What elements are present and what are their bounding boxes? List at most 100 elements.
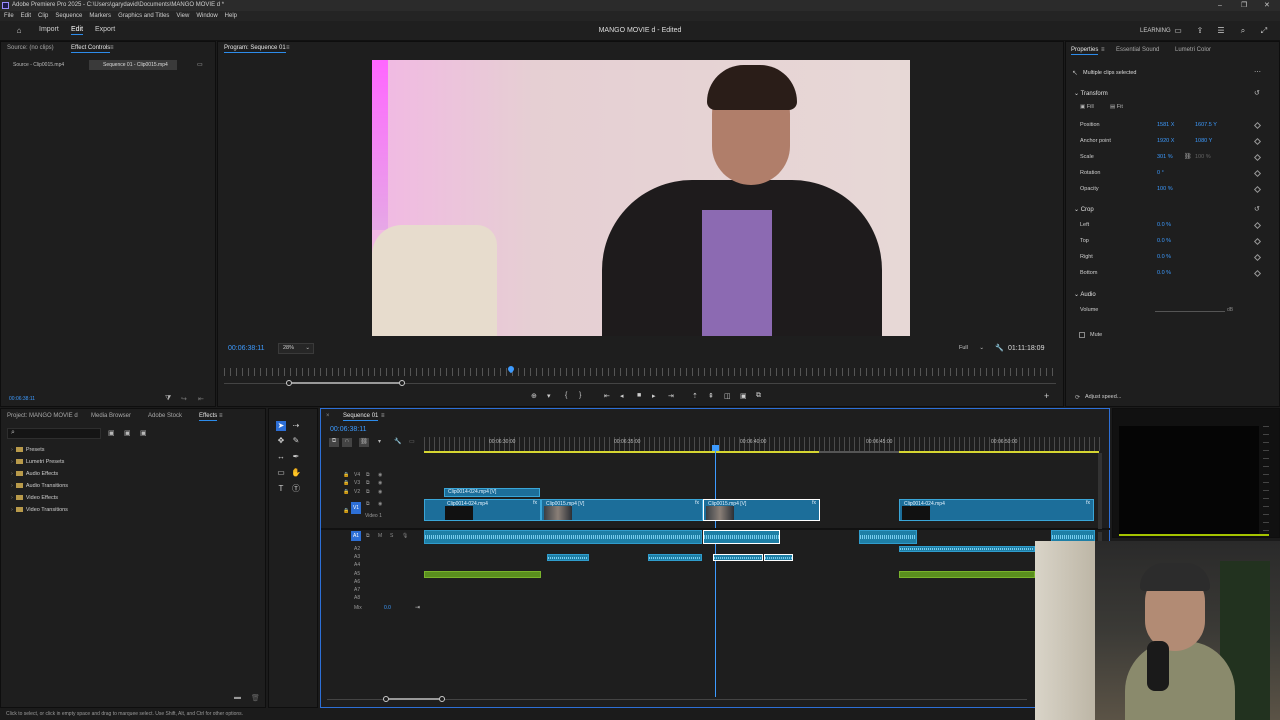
clip-v1-b[interactable]: Clip0015.mp4 [V] fx — [541, 499, 703, 521]
proxy-icon[interactable]: ⧉ — [756, 392, 761, 400]
export-frame-icon[interactable]: ◫ — [724, 392, 731, 400]
track-a1-label[interactable]: A1 — [351, 531, 361, 541]
expand-icon[interactable]: ▭ — [197, 61, 203, 68]
track-a8-label[interactable]: A8 — [354, 595, 360, 601]
anchor-x-value[interactable]: 1920 X — [1157, 138, 1174, 144]
clip-v2[interactable]: Clip0014-024.mp4 [V] — [444, 488, 540, 497]
sequence-clip-tab[interactable]: Sequence 01 - Clip0015.mp4 — [89, 60, 177, 70]
tree-item-lumetri-presets[interactable]: › Lumetri Presets — [11, 459, 64, 465]
tree-item-video-transitions[interactable]: › Video Transitions — [11, 507, 68, 513]
audio-clip-a3-a[interactable] — [547, 554, 589, 561]
tree-item-presets[interactable]: › Presets — [11, 447, 45, 453]
extract-icon[interactable]: ⇞ — [708, 392, 714, 400]
clip-v1-c-selected[interactable]: Clip0015.mp4 [V] fx — [703, 499, 820, 521]
hand-tool-icon[interactable]: ✋ — [291, 468, 301, 478]
mark-out-icon[interactable]: } — [579, 392, 581, 399]
minimize-button[interactable]: – — [1218, 0, 1222, 11]
zoom-select[interactable]: 28% ⌄ — [278, 343, 314, 354]
comparison-view-icon[interactable]: ▣ — [740, 392, 747, 400]
stop-icon[interactable]: ■ — [637, 392, 641, 399]
snap-icon[interactable]: ∩ — [342, 438, 352, 447]
sync-lock-icon[interactable]: ⧉ — [366, 501, 370, 507]
audio-clip-a5-a[interactable] — [424, 571, 541, 578]
audio-clip-a3-d[interactable] — [764, 554, 793, 561]
lock-icon[interactable]: 🔒 — [343, 480, 349, 486]
accelerated-effects-icon[interactable]: ▣ — [108, 429, 115, 437]
tab-effects[interactable]: Effects — [199, 413, 218, 421]
track-v1-label[interactable]: V1 — [351, 502, 361, 514]
audio-section[interactable]: ⌄ Audio — [1074, 291, 1096, 298]
mix-value[interactable]: 0.0 — [384, 605, 391, 611]
sync-lock-icon[interactable]: ⧉ — [366, 533, 370, 539]
maximize-button[interactable]: ❐ — [1241, 0, 1247, 11]
selection-tool-icon[interactable]: ➤ — [276, 421, 286, 431]
track-a3-label[interactable]: A3 — [354, 554, 360, 560]
add-marker-icon[interactable]: ⊕ — [531, 392, 537, 400]
add-button-icon[interactable]: + — [1044, 391, 1049, 401]
razor-tool-icon[interactable]: ✎ — [291, 436, 301, 446]
tab-properties[interactable]: Properties — [1071, 47, 1099, 55]
delete-icon[interactable]: 🗑 — [251, 694, 260, 702]
tab-sequence-01[interactable]: Sequence 01 — [343, 413, 379, 421]
close-icon[interactable]: × — [326, 413, 330, 419]
menu-markers[interactable]: Markers — [89, 11, 111, 21]
audio-clip-a2[interactable] — [899, 546, 1035, 552]
track-a4-label[interactable]: A4 — [354, 562, 360, 568]
crop-section[interactable]: ⌄ Crop — [1074, 206, 1094, 213]
solo-s-icon[interactable]: S — [390, 533, 393, 539]
menu-help[interactable]: Help — [225, 11, 237, 21]
panel-menu-icon[interactable]: ≡ — [381, 413, 385, 419]
export-icon[interactable]: ↪ — [181, 395, 187, 403]
timeline-settings-icon[interactable]: 🔧 — [394, 438, 401, 445]
effects-search-input[interactable]: ⌕ — [7, 428, 101, 439]
reset-icon[interactable]: ↺ — [1254, 205, 1260, 213]
volume-slider[interactable] — [1155, 311, 1225, 312]
ripple-edit-tool-icon[interactable]: ✥ — [276, 436, 286, 446]
tab-project[interactable]: Project: MANGO MOVIE d — [7, 413, 78, 419]
adjust-speed-button[interactable]: Adjust speed... — [1085, 394, 1121, 400]
reset-icon[interactable]: ↺ — [1254, 89, 1260, 97]
learning-button[interactable]: LEARNING — [1140, 28, 1171, 34]
panel-menu-icon[interactable]: ≡ — [1101, 47, 1105, 53]
position-y-value[interactable]: 1607.5 Y — [1195, 122, 1217, 128]
track-v4-label[interactable]: V4 — [354, 472, 360, 478]
step-back-icon[interactable]: ◂ — [620, 392, 624, 400]
tree-item-audio-effects[interactable]: › Audio Effects — [11, 471, 58, 477]
track-v2-label[interactable]: V2 — [354, 489, 360, 495]
marker-icon[interactable]: ▾ — [547, 392, 551, 400]
eye-icon[interactable]: ◉ — [378, 472, 382, 478]
mute-checkbox[interactable] — [1079, 332, 1085, 338]
tree-item-video-effects[interactable]: › Video Effects — [11, 495, 58, 501]
wrench-icon[interactable]: 🔧 — [995, 344, 1004, 352]
program-video-frame[interactable] — [372, 60, 910, 336]
crop-left-value[interactable]: 0.0 % — [1157, 222, 1171, 228]
tab-lumetri-color[interactable]: Lumetri Color — [1175, 47, 1211, 53]
filter-icon[interactable]: ⧩ — [165, 395, 171, 403]
mute-m-icon[interactable]: M — [378, 533, 382, 539]
menu-graphics-titles[interactable]: Graphics and Titles — [118, 11, 169, 21]
slip-tool-icon[interactable]: ↔ — [276, 452, 286, 462]
search-icon[interactable]: ⌕ — [1238, 26, 1248, 36]
32bit-effects-icon[interactable]: ▣ — [124, 429, 131, 437]
captions-icon[interactable]: ▭ — [409, 438, 415, 445]
pen-tool-icon[interactable]: ✒ — [291, 452, 301, 462]
scale-value[interactable]: 301 % — [1157, 154, 1173, 160]
lock-icon[interactable]: 🔒 — [343, 508, 349, 514]
fullscreen-icon[interactable]: ⤢ — [1259, 26, 1269, 36]
yuv-effects-icon[interactable]: ▣ — [140, 429, 147, 437]
audio-clip-a1-a[interactable] — [424, 530, 702, 544]
mark-in-icon[interactable]: { — [565, 392, 567, 399]
program-ruler[interactable] — [224, 368, 1056, 376]
track-a6-label[interactable]: A6 — [354, 579, 360, 585]
share-icon[interactable]: ⇪ — [1195, 26, 1205, 36]
sync-lock-icon[interactable]: ⧉ — [366, 489, 370, 495]
audio-clip-a3-c[interactable] — [713, 554, 763, 561]
menu-edit[interactable]: Edit — [21, 11, 31, 21]
tab-source[interactable]: Source: (no clips) — [7, 45, 54, 51]
panel-menu-icon[interactable]: ≡ — [286, 45, 290, 51]
menu-view[interactable]: View — [176, 11, 189, 21]
track-a2-label[interactable]: A2 — [354, 546, 360, 552]
zoom-handle-right[interactable] — [399, 380, 405, 386]
zoom-scrollbar-thumb[interactable] — [292, 382, 399, 384]
panel-menu-icon[interactable]: ☰ — [1216, 26, 1226, 36]
